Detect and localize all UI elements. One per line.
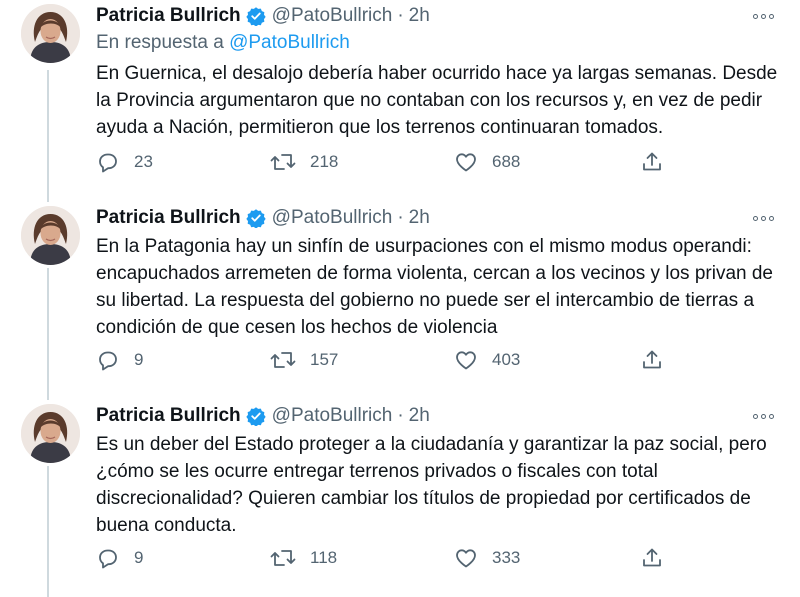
like-count: 333 <box>492 548 521 567</box>
verified-badge-icon <box>246 406 266 427</box>
reply-icon <box>99 351 117 371</box>
share-icon <box>643 548 661 567</box>
author-handle[interactable]: @PatoBullrich <box>272 207 393 229</box>
author-name[interactable]: Patricia Bullrich <box>96 405 241 427</box>
tweet-time[interactable]: 2h <box>409 405 430 427</box>
like-icon <box>456 351 476 370</box>
reply-count: 23 <box>134 152 153 171</box>
verified-badge-icon <box>246 208 266 229</box>
tweet-text: En la Patagonia hay un sinfín de usurpac… <box>96 236 773 338</box>
share-icon <box>643 152 661 171</box>
avatar[interactable] <box>21 4 80 63</box>
reply-button[interactable]: 9 <box>96 546 143 570</box>
share-icon <box>643 350 661 369</box>
like-icon <box>456 549 476 568</box>
tweet[interactable]: Patricia Bullrich @PatoBullrich · 2h En … <box>0 0 800 200</box>
tweet-header: Patricia Bullrich @PatoBullrich · 2h <box>96 4 430 28</box>
avatar[interactable] <box>21 404 80 463</box>
tweet-header: Patricia Bullrich @PatoBullrich · 2h <box>96 404 430 428</box>
share-button[interactable] <box>640 150 664 174</box>
retweet-button[interactable]: 118 <box>270 546 337 570</box>
tweet[interactable]: Patricia Bullrich @PatoBullrich · 2h En … <box>0 202 800 398</box>
more-icon[interactable] <box>750 4 776 28</box>
reply-icon <box>99 153 117 173</box>
retweet-icon <box>270 154 296 170</box>
reply-context: En respuesta a @PatoBullrich <box>96 32 350 54</box>
retweet-button[interactable]: 157 <box>270 348 338 372</box>
retweet-icon <box>270 352 296 368</box>
tweet-time[interactable]: 2h <box>409 5 430 27</box>
verified-badge-icon <box>246 6 266 27</box>
retweet-count: 218 <box>310 152 339 171</box>
more-icon[interactable] <box>750 206 776 230</box>
retweet-icon <box>270 550 296 566</box>
retweet-count: 118 <box>310 548 338 567</box>
reply-button[interactable]: 9 <box>96 348 143 372</box>
reply-count: 9 <box>134 350 144 369</box>
tweet-header: Patricia Bullrich @PatoBullrich · 2h <box>96 206 430 230</box>
more-icon[interactable] <box>750 404 776 428</box>
separator-dot: · <box>397 5 404 26</box>
tweet-actions: 9 157 403 <box>96 348 676 374</box>
author-handle[interactable]: @PatoBullrich <box>272 405 393 427</box>
retweet-button[interactable]: 218 <box>270 150 338 174</box>
reply-icon <box>99 549 117 569</box>
reply-prefix: En respuesta a <box>96 32 224 53</box>
tweet-text: Es un deber del Estado proteger a la ciu… <box>96 434 767 536</box>
like-count: 688 <box>492 152 521 171</box>
retweet-count: 157 <box>310 350 339 369</box>
like-icon <box>456 153 476 172</box>
reply-count: 9 <box>134 548 144 567</box>
author-name[interactable]: Patricia Bullrich <box>96 5 241 27</box>
separator-dot: · <box>397 405 404 426</box>
tweet-text: En Guernica, el desalojo debería haber o… <box>96 63 778 138</box>
like-button[interactable]: 688 <box>454 150 520 174</box>
tweet-actions: 23 218 688 <box>96 150 676 176</box>
share-button[interactable] <box>640 348 664 372</box>
like-count: 403 <box>492 350 521 369</box>
like-button[interactable]: 333 <box>454 546 520 570</box>
separator-dot: · <box>397 207 404 228</box>
share-button[interactable] <box>640 546 664 570</box>
avatar[interactable] <box>21 206 80 265</box>
tweet[interactable]: Patricia Bullrich @PatoBullrich · 2h Es … <box>0 400 800 597</box>
reply-button[interactable]: 23 <box>96 150 153 174</box>
like-button[interactable]: 403 <box>454 348 520 372</box>
author-handle[interactable]: @PatoBullrich <box>272 5 393 27</box>
author-name[interactable]: Patricia Bullrich <box>96 207 241 229</box>
tweet-actions: 9 118 333 <box>96 546 676 572</box>
tweet-time[interactable]: 2h <box>409 207 430 229</box>
reply-mention-link[interactable]: @PatoBullrich <box>229 32 350 53</box>
